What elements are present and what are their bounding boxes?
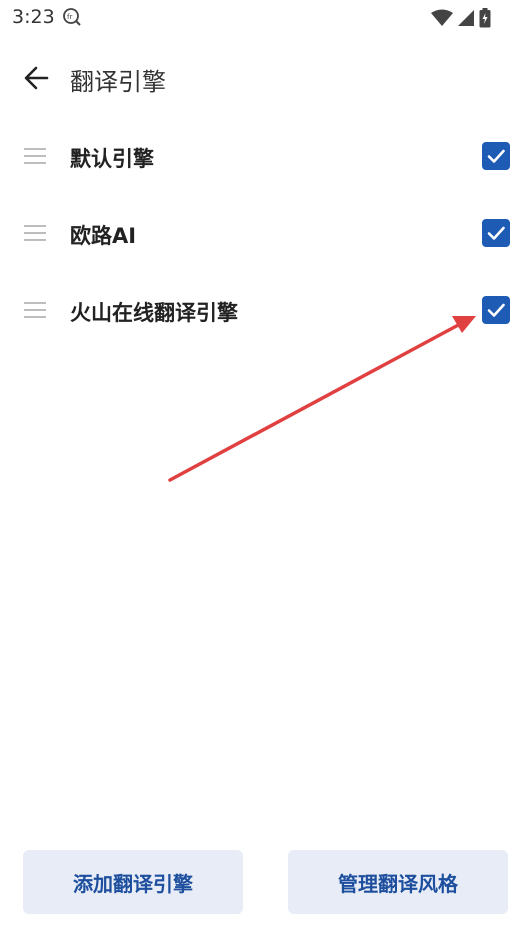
engine-list: 默认引擎 欧路AI 火山在线翻译引擎	[0, 118, 531, 349]
arrow-left-icon	[24, 66, 49, 90]
status-bar: 3:23 fr	[0, 0, 531, 36]
add-engine-button[interactable]: 添加翻译引擎	[23, 850, 243, 914]
checkmark-icon	[487, 149, 505, 163]
checkmark-icon	[487, 226, 505, 240]
status-icons	[431, 8, 491, 28]
status-time: 3:23	[12, 6, 55, 28]
app-bar: 翻译引擎	[0, 48, 531, 108]
checkmark-icon	[487, 303, 505, 317]
drag-handle-icon[interactable]	[24, 223, 48, 243]
page-title: 翻译引擎	[70, 68, 166, 96]
app-notification-icon: fr	[63, 8, 81, 26]
svg-text:fr: fr	[67, 13, 72, 21]
engine-label: 火山在线翻译引擎	[70, 301, 238, 325]
list-item: 欧路AI	[0, 195, 531, 272]
signal-icon	[458, 10, 474, 26]
list-item: 火山在线翻译引擎	[0, 272, 531, 349]
engine-checkbox[interactable]	[482, 219, 510, 247]
manage-style-button[interactable]: 管理翻译风格	[288, 850, 508, 914]
wifi-icon	[431, 9, 453, 26]
engine-label: 欧路AI	[70, 224, 137, 248]
engine-checkbox[interactable]	[482, 296, 510, 324]
drag-handle-icon[interactable]	[24, 300, 48, 320]
engine-label: 默认引擎	[70, 147, 154, 171]
engine-checkbox[interactable]	[482, 142, 510, 170]
list-item: 默认引擎	[0, 118, 531, 195]
back-button[interactable]	[18, 60, 54, 96]
battery-icon	[479, 8, 491, 28]
drag-handle-icon[interactable]	[24, 146, 48, 166]
